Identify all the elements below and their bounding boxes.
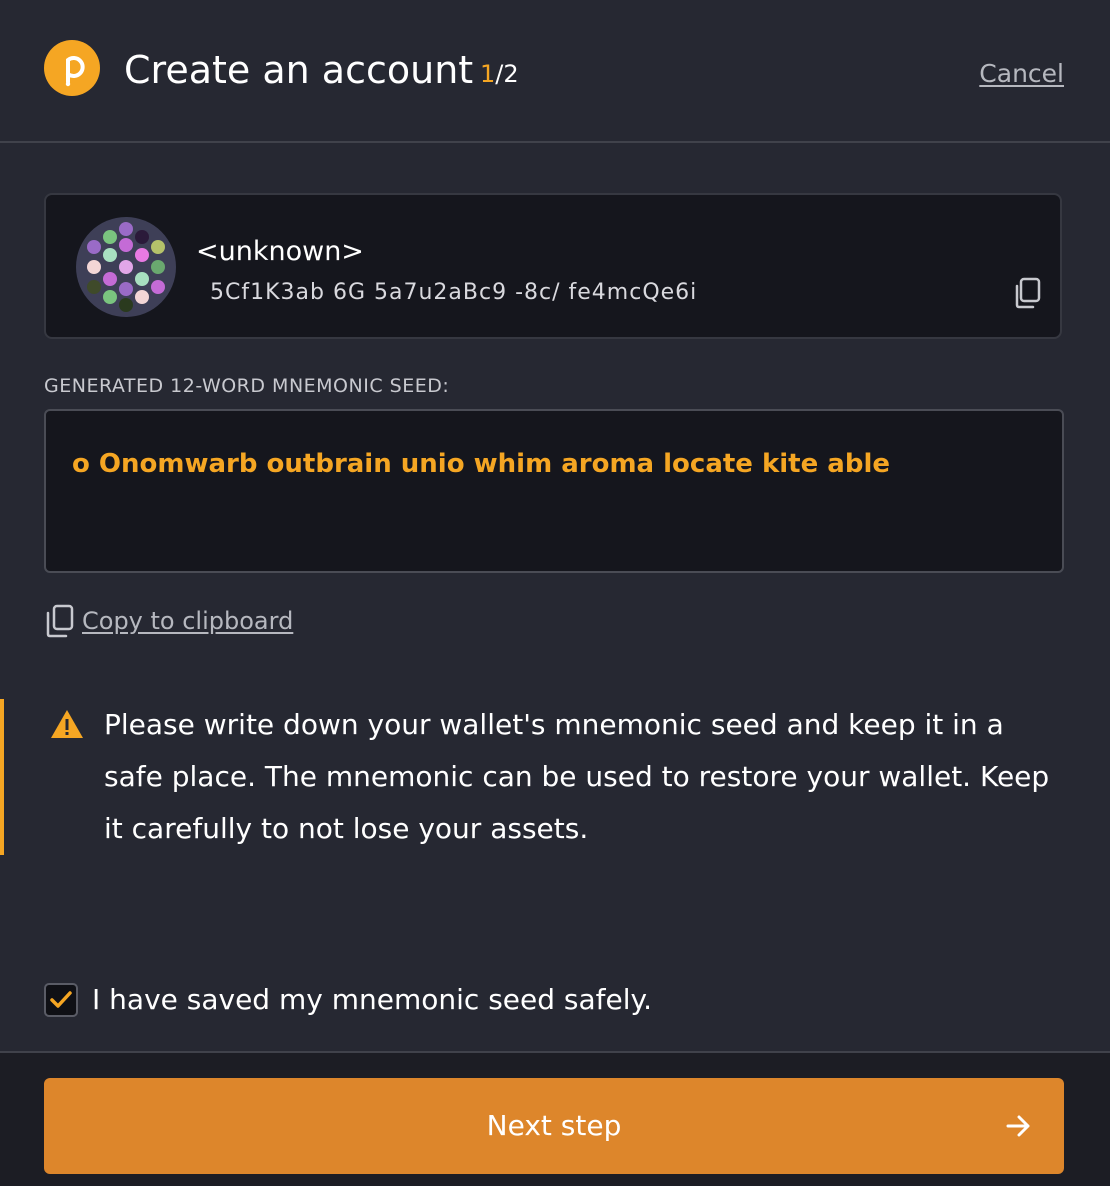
copy-to-clipboard-label: Copy to clipboard: [82, 607, 294, 635]
next-step-button[interactable]: Next step: [44, 1078, 1064, 1174]
copy-address-icon[interactable]: [1012, 277, 1042, 309]
copy-to-clipboard-button[interactable]: Copy to clipboard: [44, 604, 293, 638]
create-account-window: Create an account 1/2 Cancel <unknown> 5…: [0, 0, 1110, 1186]
header: Create an account 1/2 Cancel: [0, 0, 1110, 143]
next-step-label: Next step: [486, 1109, 622, 1142]
arrow-right-icon: [1006, 1115, 1030, 1137]
seed-label: GENERATED 12-WORD MNEMONIC SEED:: [44, 375, 450, 397]
footer: Next step: [0, 1051, 1110, 1186]
step-total: /2: [495, 60, 519, 88]
identicon-icon: [76, 217, 176, 317]
step-indicator: 1/2: [480, 58, 519, 90]
step-current: 1: [480, 60, 496, 88]
account-name: <unknown>: [196, 236, 364, 267]
checkmark-icon: [50, 991, 72, 1008]
account-card: <unknown> 5Cf1K3ab 6G 5a7u2aBc9 -8c/ fe4…: [44, 193, 1062, 339]
polkadot-logo-icon: [44, 40, 100, 96]
mnemonic-seed-box[interactable]: o Onomwarb outbrain unio whim aroma loca…: [44, 409, 1064, 573]
warning-box: Please write down your wallet's mnemonic…: [0, 699, 1110, 855]
warning-text: Please write down your wallet's mnemonic…: [104, 708, 1050, 845]
saved-seed-label: I have saved my mnemonic seed safely.: [92, 983, 652, 1016]
account-address: 5Cf1K3ab 6G 5a7u2aBc9 -8c/ fe4mcQe6i: [210, 280, 698, 305]
mnemonic-seed-text: o Onomwarb outbrain unio whim aroma loca…: [72, 449, 890, 479]
cancel-link[interactable]: Cancel: [979, 58, 1064, 90]
copy-icon: [46, 604, 74, 638]
saved-seed-checkbox[interactable]: [44, 983, 78, 1017]
saved-seed-confirmation[interactable]: I have saved my mnemonic seed safely.: [44, 981, 652, 1019]
warning-icon: [51, 710, 83, 738]
warning-accent-bar: [0, 699, 4, 855]
page-title: Create an account: [124, 48, 474, 92]
